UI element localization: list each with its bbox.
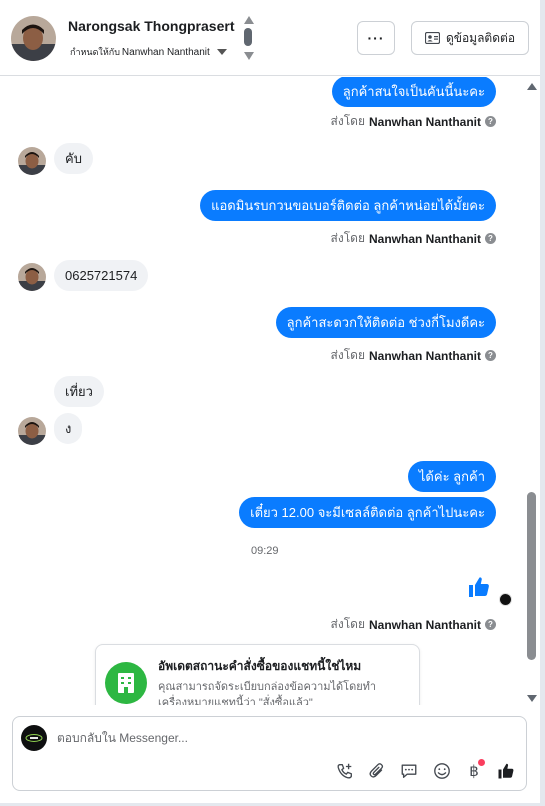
message-outgoing[interactable]: เตี๋ยว 12.00 จะมีเซลล์ติดต่อ ลูกค้าไปนะค… [239,497,496,528]
message-incoming[interactable]: คับ [54,143,93,174]
thumbs-up-icon[interactable] [496,761,516,781]
message-text: 0625721574 [65,268,138,283]
assign-prefix: กำหนดให้กับ [70,47,120,57]
message-outgoing[interactable]: ได้ค่ะ ลูกค้า [407,461,496,492]
message-incoming[interactable]: 0625721574 [54,260,149,291]
message-thread: ลูกค้าสนใจเป็นคันนี้นะคะ ส่งโดย Nanwhan … [0,77,540,705]
scroll-up-arrow[interactable] [527,83,537,90]
assignee-name: Nanwhan Nanthanit [121,46,210,58]
sender-name: Nanwhan Nanthanit [368,231,481,246]
message-text: ลูกค้าสะดวกให้ติดต่อ ช่วงกี่โมงดีคะ [286,315,485,330]
sent-by-prefix: ส่งโดย [330,348,365,362]
saved-reply-icon[interactable] [399,761,419,781]
sent-by-prefix: ส่งโดย [330,231,365,245]
nav-down-icon[interactable] [244,52,254,60]
message-text: เที่ยว [65,384,93,399]
sender-name: Nanwhan Nanthanit [368,348,481,363]
order-status-description: คุณสามารถจัดระเบียบกล่องข้อความได้โดยทำเ… [158,681,377,705]
message-outgoing[interactable]: แอดมินรบกวนขอเบอร์ติดต่อ ลูกค้าหน่อยได้ม… [200,190,496,221]
view-contact-label: ดูข้อมูลติดต่อ [445,30,516,45]
order-status-icon [105,662,147,704]
sent-by-label: ส่งโดย Nanwhan Nanthanit ? [331,346,496,365]
message-text: เตี๋ยว 12.00 จะมีเซลล์ติดต่อ ลูกค้าไปนะค… [250,505,485,520]
view-contact-button[interactable]: ดูข้อมูลติดต่อ [411,21,529,55]
message-text: ง [65,421,72,436]
message-text: ลูกค้าสนใจเป็นคันนี้นะคะ [342,84,485,99]
conversation-nav[interactable] [242,16,254,62]
sent-by-prefix: ส่งโดย [330,114,365,128]
contact-avatar-small[interactable] [18,263,46,291]
contact-avatar-small[interactable] [18,147,46,175]
message-incoming[interactable]: ง [54,413,83,444]
call-add-icon[interactable] [335,761,355,781]
contact-name[interactable]: Narongsak Thongprasert [68,18,234,34]
info-icon[interactable]: ? [485,233,496,244]
reply-composer: ฿ [12,716,527,791]
contact-card-icon [424,32,440,44]
nav-handle [244,28,252,46]
message-text: แอดมินรบกวนขอเบอร์ติดต่อ ลูกค้าหน่อยได้ม… [211,198,485,213]
message-timestamp: 09:29 [251,545,279,557]
order-status-title: อัพเดตสถานะคำสั่งซื้อของแชทนี้ใช่ไหม [158,659,362,673]
sender-name: Nanwhan Nanthanit [368,114,481,129]
attachment-icon[interactable] [367,761,387,781]
info-icon[interactable]: ? [485,116,496,127]
sent-by-prefix: ส่งโดย [330,617,365,631]
contact-avatar-small[interactable] [18,417,46,445]
reply-input[interactable] [57,731,457,745]
caret-down-icon [216,49,227,55]
more-options-button[interactable]: ··· [357,21,395,55]
read-receipt-avatar [499,593,512,606]
scroll-down-arrow[interactable] [527,695,537,702]
sender-name: Nanwhan Nanthanit [368,617,481,632]
info-icon[interactable]: ? [485,619,496,630]
conversation-panel: Narongsak Thongprasert กำหนดให้กับ Nanwh… [0,0,540,803]
message-text: คับ [65,151,82,166]
page-avatar [21,725,47,751]
thumbs-up-message-icon[interactable] [467,575,491,599]
message-incoming[interactable]: เที่ยว [54,376,104,407]
scrollbar-thumb[interactable] [527,492,536,660]
assignee-selector[interactable]: กำหนดให้กับ Nanwhan Nanthanit [70,45,227,59]
sent-by-label: ส่งโดย Nanwhan Nanthanit ? [331,112,496,131]
conversation-header: Narongsak Thongprasert กำหนดให้กับ Nanwh… [0,0,540,76]
contact-avatar[interactable] [11,16,56,61]
emoji-icon[interactable] [432,761,452,781]
baht-icon[interactable]: ฿ [464,759,485,781]
sent-by-label: ส่งโดย Nanwhan Nanthanit ? [331,229,496,248]
message-outgoing[interactable]: ลูกค้าสะดวกให้ติดต่อ ช่วงกี่โมงดีคะ [275,307,496,338]
message-outgoing[interactable]: ลูกค้าสนใจเป็นคันนี้นะคะ [331,77,496,107]
nav-up-icon[interactable] [244,16,254,24]
sent-by-label: ส่งโดย Nanwhan Nanthanit ? [331,615,496,634]
more-options-label: ··· [367,30,385,46]
message-text: ได้ค่ะ ลูกค้า [418,469,485,484]
info-icon[interactable]: ? [485,350,496,361]
order-status-card[interactable]: อัพเดตสถานะคำสั่งซื้อของแชทนี้ใช่ไหม คุณ… [95,644,420,705]
notification-dot [478,759,485,766]
